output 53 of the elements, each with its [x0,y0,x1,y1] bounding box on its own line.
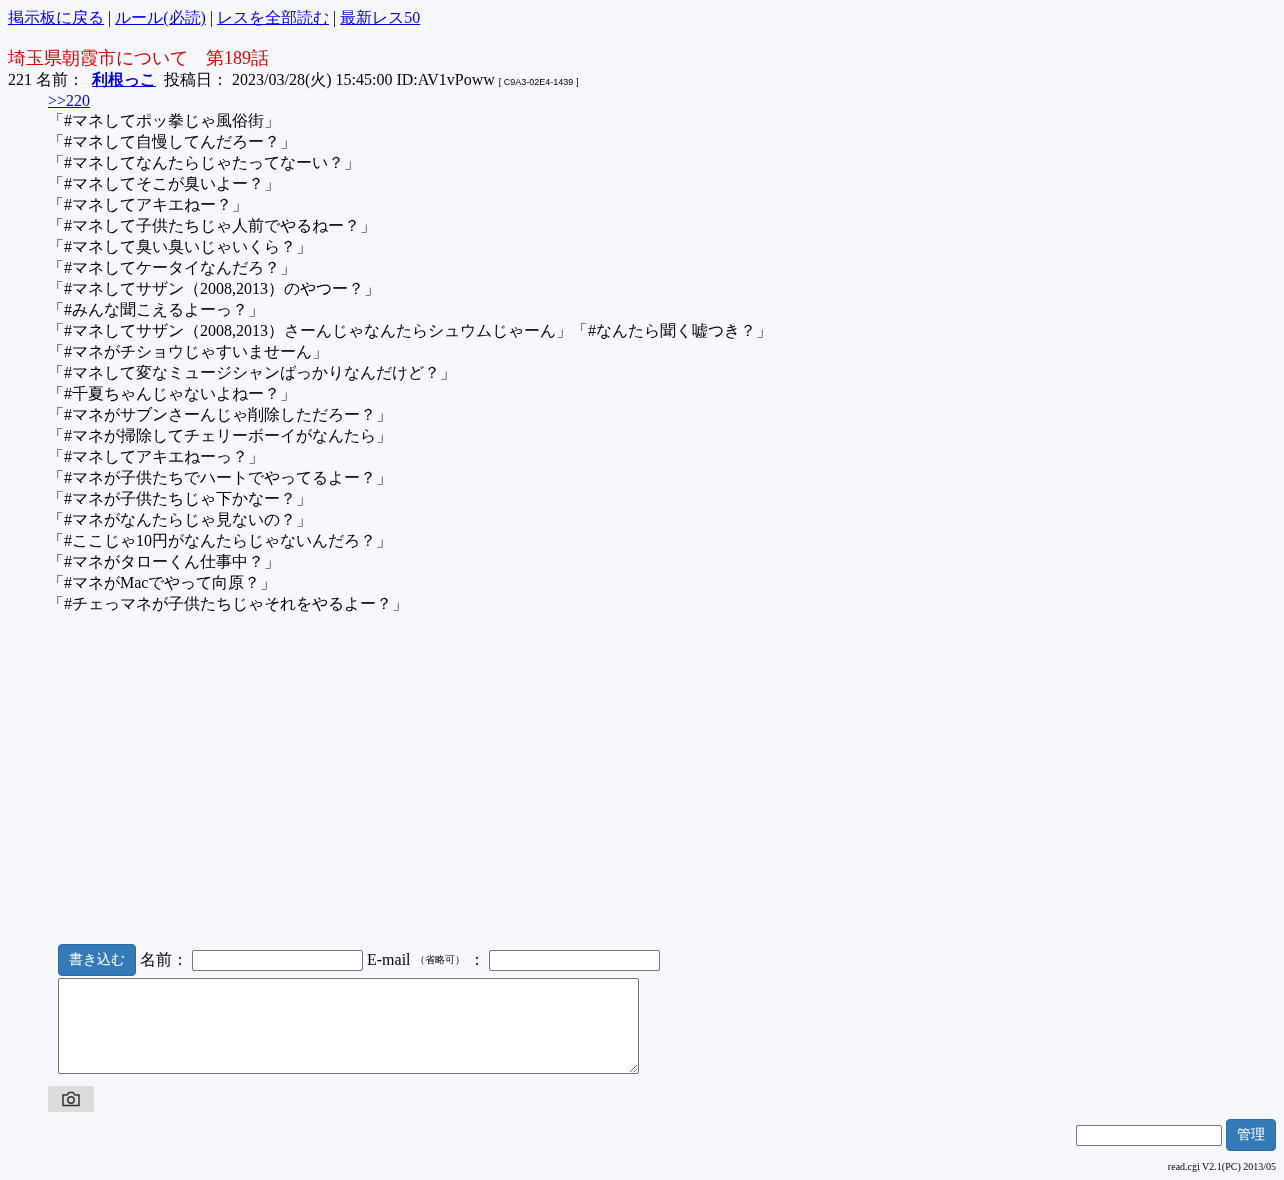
separator: | [333,8,337,28]
admin-input[interactable] [1076,1124,1222,1146]
post-line: 「#マネしてアキエねー？」 [48,195,248,215]
email-input[interactable] [488,949,660,971]
post-line: 「#マネが子供たちでハートでやってるよー？」 [48,468,392,488]
reply-link[interactable]: >>220 [48,92,91,110]
message-textarea[interactable] [58,978,639,1074]
version-text: read.cgi V2.1(PC) 2013/05 [1167,1161,1276,1172]
post-date: 2023/03/28(火) 15:45:00 [232,70,393,90]
post-line: 「#マネがチショウじゃすいませーん」 [48,342,328,362]
host-code: [ C9A3-02E4-1439 ] [498,76,579,89]
post-line: 「#マネしてそこが臭いよー？」 [48,174,280,194]
post-line: 「#マネがなんたらじゃ見ないの？」 [48,510,312,530]
post-line: 「#マネがサブンさーんじゃ削除しただろー？」 [48,405,392,425]
name-label: 名前： [140,949,188,970]
nav-link[interactable]: 最新レス50 [340,8,421,28]
post-line: 「#みんな聞こえるよーっ？」 [48,300,264,320]
post-line: 「#マネして自慢してんだろー？」 [48,132,296,152]
post-line: 「#マネしてポッ拳じゃ風俗街」 [48,111,280,131]
post-line: 「#マネしてサザン（2008,2013）のやつー？」 [48,279,380,299]
date-label: 投稿日： [164,70,228,90]
email-label: E-mail [367,951,411,969]
poster-name-link[interactable]: 利根っこ [88,70,160,90]
camera-button[interactable] [48,1086,94,1112]
post-line: 「#マネしてなんたらじゃたってなーい？」 [48,153,360,173]
post-line: 「#マネしてケータイなんだろ？」 [48,258,296,278]
nav-link[interactable]: ルール(必読) [115,8,206,28]
post-number: 221 [8,70,32,90]
post-line: 「#マネして臭い臭いじゃいくら？」 [48,237,312,257]
poster-id: ID:AV1vPoww [396,70,495,90]
camera-icon [61,1091,81,1107]
post-line: 「#マネが掃除してチェリーボーイがなんたら」 [48,426,392,446]
thread-title: 埼玉県朝霞市について 第189話 [8,47,270,70]
name-label: 名前： [36,70,84,90]
separator: | [108,8,112,28]
post-line: 「#マネがタローくん仕事中？」 [48,552,280,572]
post-line: 「#ここじゃ10円がなんたらじゃないんだろ？」 [48,531,392,551]
name-input[interactable] [192,949,363,971]
post-line: 「#マネがMacでやって向原？」 [48,573,277,593]
post-line: 「#マネしてサザン（2008,2013）さーんじゃなんたらシュウムじゃーん」「#なんたら聞く嘘つき？」 [48,321,772,341]
email-colon: ： [468,949,485,970]
post-line: 「#マネして変なミュージシャンばっかりなんだけど？」 [48,363,456,383]
separator: | [209,8,214,28]
nav-link[interactable]: 掲示板に戻る [8,8,104,28]
post-line: 「#マネが子供たちじゃ下かなー？」 [48,489,312,509]
post-line: 「#チェっマネが子供たちじゃそれをやるよー？」 [48,594,408,614]
admin-button[interactable]: 管理 [1226,1119,1276,1151]
email-note: （省略可） [414,953,465,967]
post-line: 「#マネしてアキエねーっ？」 [48,447,264,467]
nav-link[interactable]: レスを全部読む [217,8,330,28]
post-line: 「#マネして子供たちじゃ人前でやるねー？」 [48,216,376,236]
post-line: 「#千夏ちゃんじゃないよねー？」 [48,384,296,404]
submit-button[interactable]: 書き込む [58,944,136,976]
